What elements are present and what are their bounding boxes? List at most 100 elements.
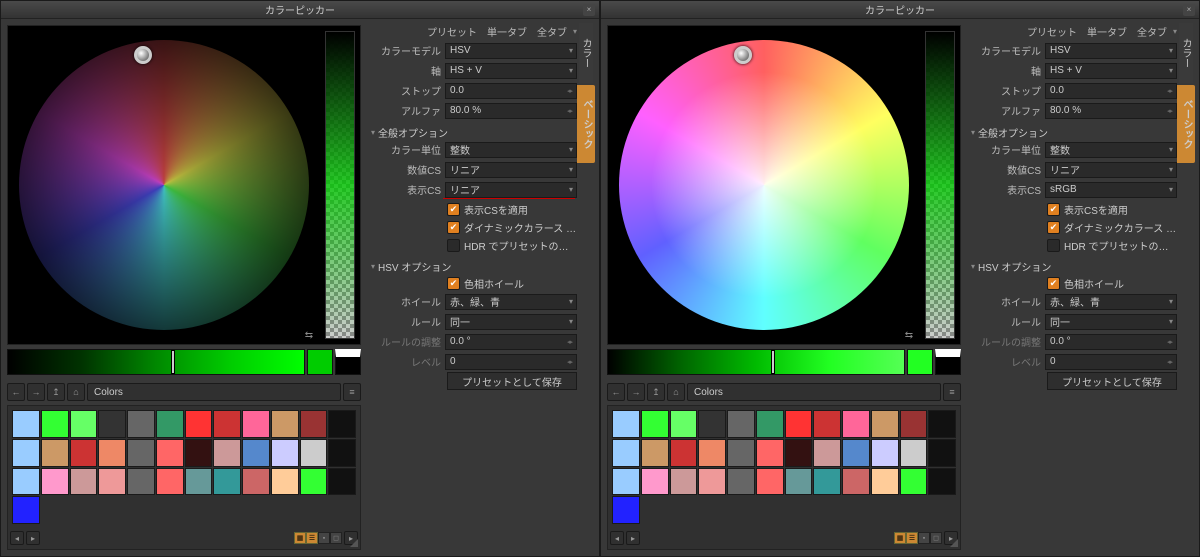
view-list-icon[interactable]: ☰ [306,532,318,544]
side-tab-color[interactable]: カラー [1179,23,1193,83]
side-tab-basic[interactable]: ベーシック [1177,85,1195,163]
color-swatch[interactable] [70,468,98,496]
rule-dropdown[interactable]: 同一 [445,314,577,330]
scroll-left-button[interactable]: ◂ [610,531,624,545]
dynamic-color-checkbox[interactable]: ✔ [1047,221,1060,234]
preset-link[interactable]: プリセット [1023,24,1081,39]
color-swatch[interactable] [242,439,270,467]
color-swatch[interactable] [612,468,640,496]
color-swatch[interactable] [242,410,270,438]
color-swatch[interactable] [900,468,928,496]
single-tab-link[interactable]: 単一タブ [1083,24,1131,39]
color-swatch[interactable] [928,439,956,467]
view-list-icon[interactable]: ☰ [906,532,918,544]
color-swatch[interactable] [98,468,126,496]
hue-slider[interactable] [607,349,905,375]
nav-back-button[interactable]: ← [7,383,25,401]
color-swatch[interactable] [612,439,640,467]
color-swatch[interactable] [612,410,640,438]
color-swatch[interactable] [328,468,356,496]
color-swatch[interactable] [156,468,184,496]
stop-input[interactable]: 0.0 [445,83,577,99]
display-cs-dropdown[interactable]: sRGB [1045,182,1177,198]
side-tab-basic[interactable]: ベーシック [577,85,595,163]
color-swatch[interactable] [871,439,899,467]
color-swatch[interactable] [41,410,69,438]
hdr-preset-checkbox[interactable]: ✔ [1047,239,1060,252]
color-swatch[interactable] [842,439,870,467]
color-swatch[interactable] [813,468,841,496]
color-swatch[interactable] [271,410,299,438]
color-swatch[interactable] [842,410,870,438]
save-preset-button[interactable]: プリセットとして保存 [1047,372,1177,390]
color-swatch[interactable] [41,468,69,496]
hdr-preset-checkbox[interactable]: ✔ [447,239,460,252]
color-swatch[interactable] [785,468,813,496]
color-swatch[interactable] [670,410,698,438]
color-unit-dropdown[interactable]: 整数 [1045,142,1177,158]
color-swatch[interactable] [70,410,98,438]
view-grid-icon[interactable]: ▦ [294,532,306,544]
color-swatch[interactable] [670,439,698,467]
value-slider[interactable] [925,31,955,339]
color-swatch[interactable] [813,410,841,438]
side-tab-color[interactable]: カラー [579,23,593,83]
color-swatch[interactable] [641,468,669,496]
apply-display-cs-checkbox[interactable]: ✔ [1047,203,1060,216]
color-swatch[interactable] [271,439,299,467]
color-swatch[interactable] [300,439,328,467]
scroll-right-button[interactable]: ▸ [26,531,40,545]
numeric-cs-dropdown[interactable]: リニア [1045,162,1177,178]
all-tab-link[interactable]: 全タブ [1133,24,1171,39]
colors-dropdown[interactable]: Colors [687,383,941,401]
color-swatch[interactable] [727,410,755,438]
color-swatch[interactable] [641,410,669,438]
scroll-left-button[interactable]: ◂ [10,531,24,545]
nav-home-button[interactable]: ⌂ [67,383,85,401]
color-wheel[interactable] [19,40,309,330]
color-swatch[interactable] [242,468,270,496]
color-model-dropdown[interactable]: HSV [445,43,577,59]
color-swatch[interactable] [928,468,956,496]
color-swatch[interactable] [842,468,870,496]
color-swatch[interactable] [12,468,40,496]
color-swatch[interactable] [756,468,784,496]
color-swatch[interactable] [900,410,928,438]
color-swatch[interactable] [756,439,784,467]
view-small-icon[interactable]: ▪ [318,532,330,544]
close-button[interactable]: × [583,4,595,16]
menu-button[interactable]: ≡ [943,383,961,401]
save-preset-button[interactable]: プリセットとして保存 [447,372,577,390]
value-slider[interactable] [325,31,355,339]
menu-button[interactable]: ≡ [343,383,361,401]
numeric-cs-dropdown[interactable]: リニア [445,162,577,178]
nav-back-button[interactable]: ← [607,383,625,401]
color-swatch[interactable] [300,468,328,496]
alpha-input[interactable]: 80.0 % [445,103,577,119]
color-swatch[interactable] [698,468,726,496]
color-swatch[interactable] [871,468,899,496]
wheel-dropdown[interactable]: 赤、緑、青 [445,294,577,310]
single-tab-link[interactable]: 単一タブ [483,24,531,39]
view-small-icon[interactable]: ▪ [918,532,930,544]
general-section-head[interactable]: 全般オプション [371,124,577,140]
view-grid-icon[interactable]: ▦ [894,532,906,544]
color-swatch[interactable] [213,439,241,467]
hsv-section-head[interactable]: HSV オプション [971,258,1177,274]
color-swatch[interactable] [41,439,69,467]
color-swatch[interactable] [127,410,155,438]
axis-dropdown[interactable]: HS + V [445,63,577,79]
hue-wheel-checkbox[interactable]: ✔ [1047,277,1060,290]
apply-display-cs-checkbox[interactable]: ✔ [447,203,460,216]
color-swatch[interactable] [928,410,956,438]
picker-handle[interactable] [734,46,752,64]
alpha-input[interactable]: 80.0 % [1045,103,1177,119]
swap-icon[interactable]: ⇆ [302,328,316,342]
hue-wheel-checkbox[interactable]: ✔ [447,277,460,290]
color-swatch[interactable] [813,439,841,467]
color-swatch[interactable] [612,496,640,524]
color-swatch[interactable] [156,410,184,438]
color-swatch[interactable] [213,410,241,438]
hue-slider[interactable] [7,349,305,375]
color-swatch[interactable] [185,468,213,496]
